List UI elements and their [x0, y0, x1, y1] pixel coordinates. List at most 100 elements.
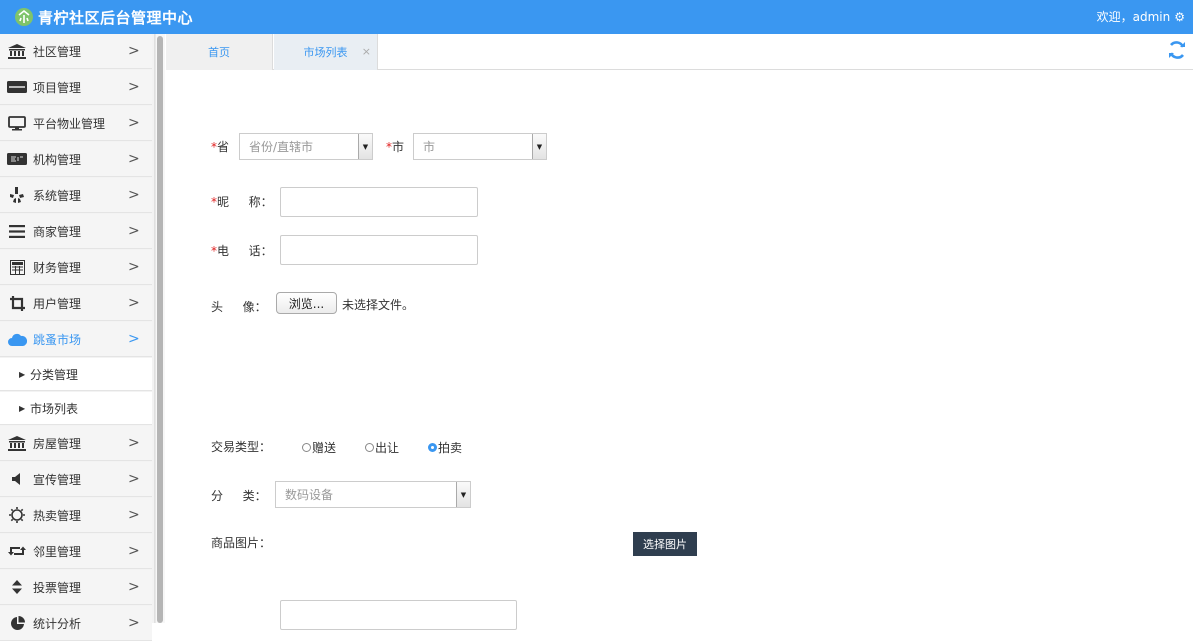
- sidebar-item-label: 邻里管理: [33, 544, 82, 559]
- tab-label: 首页: [208, 46, 230, 59]
- tab-home[interactable]: 首页: [166, 34, 273, 70]
- tab-market-list[interactable]: 市场列表 ×: [274, 34, 378, 70]
- radio-button[interactable]: [428, 443, 437, 452]
- sidebar-item-projects[interactable]: 项目管理 >: [0, 70, 152, 105]
- gear-icon[interactable]: ⚙: [1174, 10, 1185, 24]
- chevron-right-icon: >: [128, 435, 140, 451]
- chevron-right-icon: >: [128, 507, 140, 523]
- sidebar: 社区管理 > 项目管理 > 平台物业管理 > 机构管理 > 系统管理 > 商家管: [0, 34, 155, 641]
- sidebar-item-promotion[interactable]: 宣传管理 >: [0, 462, 152, 497]
- sidebar-item-organization[interactable]: 机构管理 >: [0, 142, 152, 177]
- radio-label: 拍卖: [438, 441, 463, 455]
- radio-auction[interactable]: 拍卖: [428, 439, 462, 456]
- image-preview-box: [280, 600, 517, 630]
- radio-label: 出让: [375, 441, 400, 455]
- radio-transfer[interactable]: 出让: [365, 439, 399, 456]
- province-select[interactable]: 省份/直辖市 ▼: [239, 133, 373, 160]
- sidebar-item-label: 系统管理: [33, 188, 82, 203]
- sidebar-item-users[interactable]: 用户管理 >: [0, 286, 152, 321]
- calculator-icon: [6, 259, 28, 275]
- sidebar-item-housing[interactable]: 房屋管理 >: [0, 426, 152, 461]
- retweet-icon: [6, 543, 28, 559]
- sidebar-item-label: 热卖管理: [33, 508, 82, 523]
- welcome-text: 欢迎，admin: [1096, 10, 1171, 24]
- caret-down-icon: ▼: [532, 134, 546, 159]
- sidebar-subitem-label: 市场列表: [30, 401, 79, 416]
- community-logo-icon: [15, 8, 33, 26]
- tab-bar: 首页 市场列表 ×: [166, 34, 1193, 70]
- no-file-text: 未选择文件。: [342, 298, 415, 312]
- chevron-right-icon: >: [128, 115, 140, 131]
- sidebar-item-label: 用户管理: [33, 296, 82, 311]
- radio-gift[interactable]: 赠送: [302, 439, 336, 456]
- phone-input[interactable]: [280, 235, 478, 265]
- city-select-value: 市: [423, 140, 436, 154]
- bank-icon: [6, 43, 28, 59]
- sidebar-subitem-label: 分类管理: [30, 367, 79, 382]
- cloud-icon: [6, 331, 28, 347]
- sidebar-item-neighborhood[interactable]: 邻里管理 >: [0, 534, 152, 569]
- browse-button[interactable]: 浏览...: [276, 292, 337, 314]
- pie-chart-icon: [6, 615, 28, 631]
- sidebar-item-property[interactable]: 平台物业管理 >: [0, 106, 152, 141]
- trade-type-label: 交易类型：: [211, 440, 272, 454]
- chevron-right-icon: >: [128, 151, 140, 167]
- category-select[interactable]: 数码设备 ▼: [275, 481, 471, 508]
- sidebar-item-label: 跳蚤市场: [33, 332, 82, 347]
- brand[interactable]: 青柠社区后台管理中心: [14, 6, 193, 28]
- sidebar-item-finance[interactable]: 财务管理 >: [0, 250, 152, 285]
- sidebar-subitem-market-list[interactable]: ▶ 市场列表: [0, 392, 152, 425]
- chevron-right-icon: >: [128, 579, 140, 595]
- caret-down-icon: ▼: [358, 134, 372, 159]
- sidebar-item-flea-market[interactable]: 跳蚤市场 >: [0, 322, 152, 357]
- monitor-icon: [6, 115, 28, 131]
- choose-image-button[interactable]: 选择图片: [633, 532, 697, 556]
- chevron-right-icon: >: [128, 295, 140, 311]
- sidebar-item-statistics[interactable]: 统计分析 >: [0, 606, 152, 641]
- caret-right-icon: ▶: [19, 403, 26, 413]
- bars-icon: [6, 223, 28, 239]
- top-header-bar: 青柠社区后台管理中心 欢迎，admin ⚙: [0, 0, 1193, 34]
- sort-icon: [6, 579, 28, 595]
- sidebar-item-community[interactable]: 社区管理 >: [0, 34, 152, 69]
- caret-right-icon: ▶: [19, 369, 26, 379]
- tab-label: 市场列表: [303, 46, 348, 59]
- chevron-right-icon: >: [128, 259, 140, 275]
- discover-card-icon: [6, 79, 28, 95]
- sidebar-scrollbar-thumb[interactable]: [157, 36, 163, 623]
- chevron-right-icon: >: [128, 187, 140, 203]
- sidebar-item-voting[interactable]: 投票管理 >: [0, 570, 152, 605]
- radio-button[interactable]: [365, 443, 374, 452]
- chevron-right-icon: >: [128, 543, 140, 559]
- close-icon[interactable]: ×: [362, 45, 371, 58]
- city-select[interactable]: 市 ▼: [413, 133, 547, 160]
- user-menu[interactable]: 欢迎，admin ⚙: [1097, 8, 1185, 25]
- sidebar-item-label: 宣传管理: [33, 472, 82, 487]
- radio-button[interactable]: [302, 443, 311, 452]
- yelp-icon: [6, 187, 28, 203]
- sidebar-item-hot-sales[interactable]: 热卖管理 >: [0, 498, 152, 533]
- sun-icon: [6, 507, 28, 523]
- sidebar-item-system[interactable]: 系统管理 >: [0, 178, 152, 213]
- refresh-icon[interactable]: [1167, 40, 1187, 60]
- crop-icon: [6, 295, 28, 311]
- caret-down-icon: ▼: [456, 482, 470, 507]
- city-label: *市: [386, 140, 405, 154]
- phone-label: *电 话：: [211, 244, 273, 258]
- nickname-input[interactable]: [280, 187, 478, 217]
- category-select-value: 数码设备: [285, 488, 334, 502]
- province-label: *省: [211, 140, 230, 154]
- sidebar-subitem-category[interactable]: ▶ 分类管理: [0, 358, 152, 391]
- province-select-value: 省份/直辖市: [249, 140, 314, 154]
- sidebar-item-label: 统计分析: [33, 616, 82, 631]
- sidebar-item-label: 房屋管理: [33, 436, 82, 451]
- bank-icon: [6, 435, 28, 451]
- category-label: 分 类：: [211, 489, 267, 503]
- sidebar-item-label: 财务管理: [33, 260, 82, 275]
- radio-label: 赠送: [312, 441, 337, 455]
- sidebar-item-merchants[interactable]: 商家管理 >: [0, 214, 152, 249]
- sidebar-item-label: 商家管理: [33, 224, 82, 239]
- product-image-label: 商品图片：: [211, 536, 272, 550]
- stripe-icon: [6, 151, 28, 167]
- chevron-right-icon: >: [128, 331, 140, 347]
